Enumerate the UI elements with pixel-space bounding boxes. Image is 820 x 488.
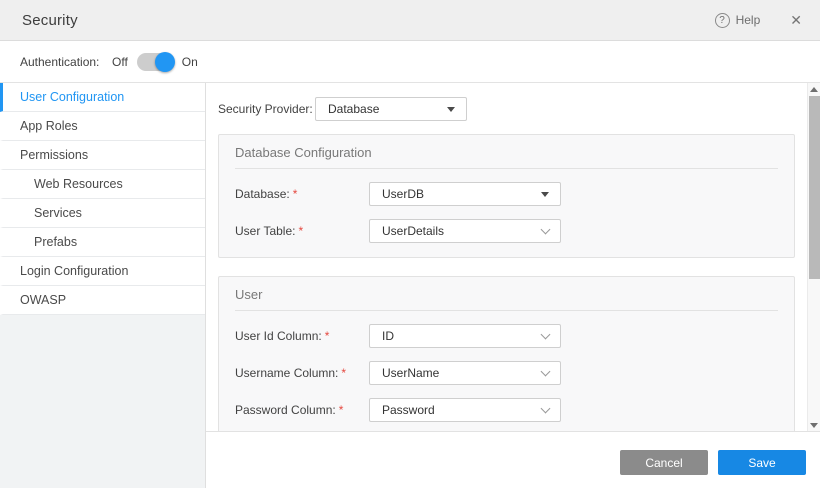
dialog-body: User Configuration App Roles Permissions… <box>0 83 820 488</box>
cancel-button[interactable]: Cancel <box>620 450 708 475</box>
required-asterisk: * <box>339 403 344 417</box>
database-select[interactable]: UserDB <box>369 182 561 206</box>
user-table-field-row: User Table:* UserDetails <box>235 219 778 243</box>
required-asterisk: * <box>325 329 330 343</box>
sidebar-item-label: Services <box>34 206 82 220</box>
chevron-down-icon <box>541 403 551 413</box>
scrollbar-thumb[interactable] <box>809 96 820 279</box>
chevron-down-icon <box>541 329 551 339</box>
sidebar-item-label: Web Resources <box>34 177 123 191</box>
database-configuration-section: Database Configuration Database:* UserDB… <box>218 134 795 258</box>
required-asterisk: * <box>341 366 346 380</box>
section-title: User <box>235 277 778 310</box>
authentication-toggle[interactable] <box>137 53 173 71</box>
security-provider-label: Security Provider: <box>218 102 315 116</box>
sidebar-item-owasp[interactable]: OWASP <box>0 286 205 315</box>
content-column: Security Provider: Database Database Con… <box>206 83 820 488</box>
help-button[interactable]: ? Help <box>715 13 761 28</box>
required-asterisk: * <box>293 187 298 201</box>
dialog-footer: Cancel Save <box>206 431 820 488</box>
close-icon[interactable]: ✕ <box>790 13 802 27</box>
sidebar-item-label: Login Configuration <box>20 264 128 278</box>
required-asterisk: * <box>298 224 303 238</box>
username-column-field-row: Username Column:* UserName <box>235 361 778 385</box>
field-label-text: User Table: <box>235 224 295 238</box>
password-column-select[interactable]: Password <box>369 398 561 422</box>
sidebar-item-web-resources[interactable]: Web Resources <box>0 170 205 199</box>
settings-sidebar: User Configuration App Roles Permissions… <box>0 83 206 488</box>
user-table-value: UserDetails <box>382 224 444 238</box>
scroll-wrap: Security Provider: Database Database Con… <box>206 83 820 431</box>
authentication-row: Authentication: Off On <box>0 41 820 83</box>
page-title: Security <box>22 12 715 29</box>
username-column-label: Username Column:* <box>235 366 369 380</box>
user-id-column-value: ID <box>382 329 394 343</box>
database-value: UserDB <box>382 187 424 201</box>
user-id-column-select[interactable]: ID <box>369 324 561 348</box>
section-divider <box>235 310 778 311</box>
field-label-text: Username Column: <box>235 366 338 380</box>
scroll-down-icon[interactable] <box>810 423 818 428</box>
sidebar-item-user-configuration[interactable]: User Configuration <box>0 83 205 112</box>
password-column-label: Password Column:* <box>235 403 369 417</box>
toggle-off-label: Off <box>112 55 128 69</box>
username-column-select[interactable]: UserName <box>369 361 561 385</box>
user-table-select[interactable]: UserDetails <box>369 219 561 243</box>
database-field-row: Database:* UserDB <box>235 182 778 206</box>
password-column-value: Password <box>382 403 435 417</box>
username-column-value: UserName <box>382 366 439 380</box>
sidebar-item-label: User Configuration <box>20 90 124 104</box>
sidebar-item-label: Prefabs <box>34 235 77 249</box>
toggle-on-label: On <box>182 55 198 69</box>
password-column-field-row: Password Column:* Password <box>235 398 778 422</box>
sidebar-item-app-roles[interactable]: App Roles <box>0 112 205 141</box>
sidebar-item-label: App Roles <box>20 119 78 133</box>
help-label: Help <box>736 13 761 27</box>
sidebar-item-login-configuration[interactable]: Login Configuration <box>0 257 205 286</box>
security-provider-select[interactable]: Database <box>315 97 467 121</box>
authentication-label: Authentication: <box>20 55 112 69</box>
help-icon: ? <box>715 13 730 28</box>
dropdown-arrow-icon <box>541 192 549 197</box>
title-bar: Security ? Help ✕ <box>0 0 820 41</box>
field-label-text: Database: <box>235 187 290 201</box>
user-id-column-field-row: User Id Column:* ID <box>235 324 778 348</box>
sidebar-item-permissions[interactable]: Permissions <box>0 141 205 170</box>
chevron-down-icon <box>541 224 551 234</box>
user-section: User User Id Column:* ID Username Column… <box>218 276 795 431</box>
save-button[interactable]: Save <box>718 450 806 475</box>
scroll-up-icon[interactable] <box>810 87 818 92</box>
database-label: Database:* <box>235 187 369 201</box>
vertical-scrollbar[interactable] <box>807 83 820 431</box>
section-divider <box>235 168 778 169</box>
sidebar-item-prefabs[interactable]: Prefabs <box>0 228 205 257</box>
security-provider-value: Database <box>328 102 379 116</box>
field-label-text: User Id Column: <box>235 329 322 343</box>
security-provider-row: Security Provider: Database <box>206 83 807 134</box>
dropdown-arrow-icon <box>447 107 455 112</box>
user-table-label: User Table:* <box>235 224 369 238</box>
sidebar-item-label: Permissions <box>20 148 88 162</box>
section-title: Database Configuration <box>235 135 778 168</box>
sidebar-item-label: OWASP <box>20 293 66 307</box>
security-dialog: Security ? Help ✕ Authentication: Off On… <box>0 0 820 488</box>
user-configuration-panel: Security Provider: Database Database Con… <box>206 83 807 431</box>
chevron-down-icon <box>541 366 551 376</box>
user-id-column-label: User Id Column:* <box>235 329 369 343</box>
field-label-text: Password Column: <box>235 403 336 417</box>
toggle-knob <box>155 52 175 72</box>
sidebar-item-services[interactable]: Services <box>0 199 205 228</box>
